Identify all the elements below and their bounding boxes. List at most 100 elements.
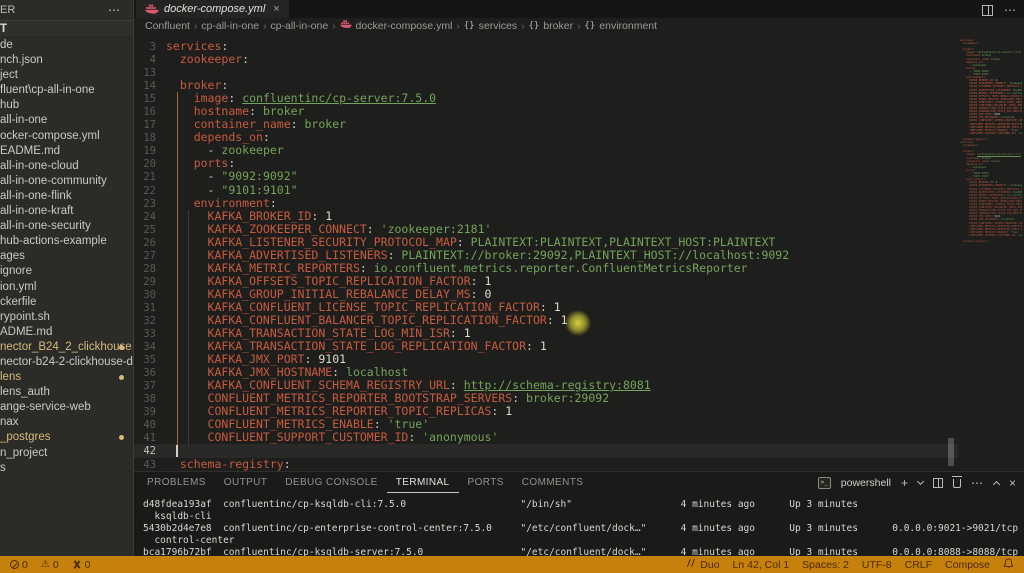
status-item[interactable]: 0: [10, 559, 28, 571]
sidebar-item[interactable]: ages: [0, 249, 133, 264]
panel-tab-output[interactable]: OUTPUT: [215, 472, 277, 493]
breadcrumb-item[interactable]: services: [479, 20, 518, 32]
status-item[interactable]: Compose: [945, 559, 990, 571]
braces-icon: {}: [584, 21, 595, 31]
explorer-header: ER ⋯: [0, 0, 133, 20]
sidebar-item[interactable]: nch.json: [0, 53, 133, 68]
terminal-output[interactable]: d48fdea193af confluentinc/cp-ksqldb-cli:…: [143, 499, 1024, 559]
line-number: 30: [134, 289, 166, 302]
code-line[interactable]: 3services:: [134, 40, 958, 53]
sidebar-item[interactable]: all-in-one-cloud: [0, 159, 133, 174]
braces-icon: {}: [464, 21, 475, 31]
maximize-panel-icon[interactable]: [993, 480, 1000, 487]
code-lines: 3services:4 zookeeper:1314 broker:15 ima…: [134, 40, 958, 471]
split-terminal-icon[interactable]: [933, 478, 943, 488]
sidebar-item[interactable]: all-in-one: [0, 113, 133, 128]
scrollbar-thumb[interactable]: [948, 438, 954, 466]
breadcrumb-separator: ›: [521, 21, 524, 32]
status-item[interactable]: ⚠0: [41, 559, 59, 571]
sidebar-item[interactable]: ckerfile: [0, 295, 133, 310]
new-terminal-icon[interactable]: +: [901, 476, 908, 490]
minimap-line: CONFLUENT_SUPPORT_CUSTOMER_ID: 'anonymou…: [960, 132, 1022, 135]
modified-dot: [119, 345, 124, 350]
code-line[interactable]: 41 CONFLUENT_SUPPORT_CUSTOMER_ID: 'anony…: [134, 431, 958, 444]
sidebar-item[interactable]: all-in-one-community: [0, 174, 133, 189]
sidebar-item[interactable]: ion.yml: [0, 280, 133, 295]
panel-tab-comments[interactable]: COMMENTS: [513, 472, 593, 493]
breadcrumb-separator: ›: [263, 21, 266, 32]
code-line[interactable]: 4 zookeeper:: [134, 53, 958, 66]
sidebar-item[interactable]: s: [0, 461, 133, 476]
chevron-down-icon[interactable]: [917, 477, 924, 484]
sidebar-item[interactable]: fluent\cp-all-in-one: [0, 83, 133, 98]
sidebar-item[interactable]: all-in-one-flink: [0, 189, 133, 204]
sidebar-item[interactable]: all-in-one-kraft: [0, 204, 133, 219]
sidebar-item[interactable]: hub: [0, 98, 133, 113]
breadcrumb-item[interactable]: docker-compose.yml: [356, 20, 453, 32]
sidebar-item[interactable]: hub-actions-example: [0, 234, 133, 249]
status-item[interactable]: Ln 42, Col 1: [733, 559, 790, 571]
more-actions-icon[interactable]: ⋯: [971, 476, 984, 490]
line-number: 23: [134, 198, 166, 211]
sidebar-item[interactable]: nector-b24-2-clickhouse-docs: [0, 355, 133, 370]
sidebar-item[interactable]: lens: [0, 370, 133, 385]
workspace-section-header[interactable]: T: [0, 20, 133, 37]
line-number: 24: [134, 211, 166, 224]
code-line[interactable]: 13: [134, 66, 958, 79]
panel-tab-problems[interactable]: PROBLEMS: [138, 472, 215, 493]
sidebar-item[interactable]: n_project: [0, 446, 133, 461]
split-editor-icon[interactable]: [982, 5, 993, 16]
breadcrumb-separator: ›: [577, 21, 580, 32]
sidebar-item[interactable]: rypoint.sh: [0, 310, 133, 325]
sidebar-item[interactable]: all-in-one-security: [0, 219, 133, 234]
status-label: UTF-8: [862, 559, 892, 571]
breadcrumb-item[interactable]: broker: [543, 20, 573, 32]
tools-icon: [72, 560, 82, 570]
code-line[interactable]: 19 - zookeeper: [134, 144, 958, 157]
status-item[interactable]: CRLF: [905, 559, 932, 571]
editor-tab-bar: docker-compose.yml × ⋯: [134, 0, 1024, 18]
status-label: Compose: [945, 559, 990, 571]
more-actions-icon[interactable]: ⋯: [1004, 3, 1017, 17]
sidebar-item[interactable]: ocker-compose.yml: [0, 129, 133, 144]
kill-terminal-icon[interactable]: [953, 479, 961, 488]
close-icon[interactable]: ×: [273, 3, 279, 15]
line-number: 43: [134, 459, 166, 472]
status-item[interactable]: 0: [72, 559, 91, 571]
close-panel-icon[interactable]: ×: [1009, 476, 1016, 490]
breadcrumb-item[interactable]: cp-all-in-one: [201, 20, 259, 32]
sidebar-item[interactable]: _postgres: [0, 430, 133, 445]
breadcrumb-item[interactable]: environment: [599, 20, 657, 32]
terminal-line: 5430b2d4e7e8 confluentinc/cp-enterprise-…: [143, 523, 1024, 535]
status-item[interactable]: Spaces: 2: [802, 559, 849, 571]
panel-tab-debug-console[interactable]: DEBUG CONSOLE: [276, 472, 386, 493]
tab-docker-compose[interactable]: docker-compose.yml ×: [136, 0, 289, 18]
sidebar-item[interactable]: ignore: [0, 264, 133, 279]
line-number: 26: [134, 237, 166, 250]
explorer-more-actions-icon[interactable]: ⋯: [108, 3, 121, 17]
bell-icon: [1003, 558, 1014, 572]
sidebar-item[interactable]: ADME.md: [0, 325, 133, 340]
sidebar-item[interactable]: EADME.md: [0, 144, 133, 159]
status-item[interactable]: Duo: [685, 558, 719, 571]
code-line[interactable]: 43 schema-registry:: [134, 458, 958, 471]
sidebar-item[interactable]: nax: [0, 415, 133, 430]
code-editor[interactable]: 3services:4 zookeeper:1314 broker:15 ima…: [134, 34, 1024, 471]
breadcrumb-item[interactable]: Confluent: [145, 20, 190, 32]
panel-tab-terminal[interactable]: TERMINAL: [387, 472, 459, 493]
panel-tab-ports[interactable]: PORTS: [459, 472, 513, 493]
sidebar-item[interactable]: lens_auth: [0, 385, 133, 400]
sidebar-item[interactable]: de: [0, 38, 133, 53]
status-item[interactable]: [1003, 558, 1014, 572]
minimap[interactable]: services: zookeeper: broker: image: conf…: [960, 39, 1022, 243]
status-item[interactable]: UTF-8: [862, 559, 892, 571]
sidebar-item[interactable]: nector_B24_2_clickhouse: [0, 340, 133, 355]
terminal-line: control-center: [143, 535, 1024, 547]
breadcrumb-separator: ›: [456, 21, 459, 32]
breadcrumb-item[interactable]: cp-all-in-one: [270, 20, 328, 32]
sidebar-item[interactable]: ange-service-web: [0, 400, 133, 415]
terminal-line: ksqldb-cli: [143, 511, 1024, 523]
sidebar-item[interactable]: ject: [0, 68, 133, 83]
shell-label[interactable]: powershell: [841, 477, 891, 489]
line-number: 42: [134, 445, 166, 458]
